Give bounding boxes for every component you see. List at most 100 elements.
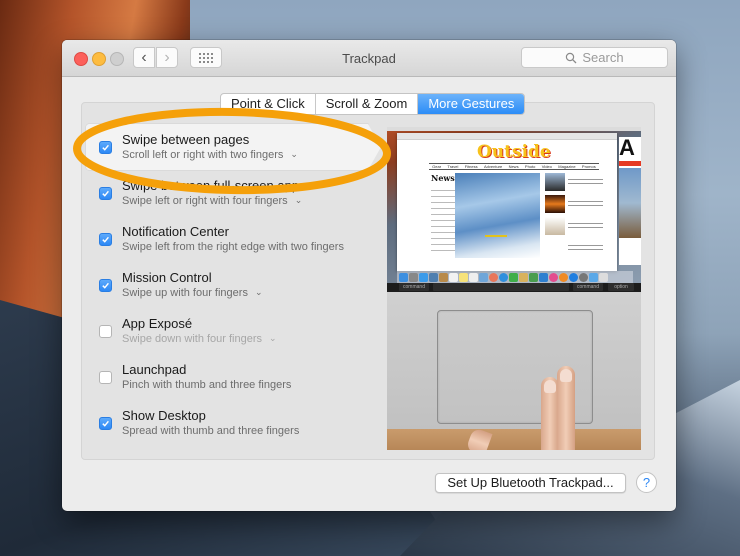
gesture-swipe-between-pages[interactable]: Swipe between pages Scroll left or right… (86, 124, 381, 170)
checkmark-icon (102, 420, 109, 427)
preview-keyboard: command command option (387, 283, 641, 292)
preview-nav-item: Magazine (558, 164, 576, 169)
checkmark-icon (102, 190, 109, 197)
preview-ad-bar (619, 161, 641, 166)
swipe-between-pages-checkbox[interactable] (99, 141, 112, 154)
gesture-title: Swipe between pages (122, 132, 250, 147)
tab-scroll-and-zoom[interactable]: Scroll & Zoom (316, 94, 419, 114)
dock-icon (579, 272, 588, 282)
dock-icon (509, 272, 518, 282)
gesture-title: Notification Center (122, 224, 229, 239)
mission-control-checkbox[interactable] (99, 279, 112, 292)
preview-fingernail (560, 369, 572, 382)
preview-nav-item: Adventure (483, 164, 503, 169)
preview-nav-item: Photo (524, 164, 536, 169)
preview-key-command-left: command (399, 283, 429, 291)
preview-site-logo: Outside (477, 142, 551, 162)
preview-nav-item: Video (541, 164, 552, 169)
preview-browser-window: Outside Gear Travel Fitness Adventure Ne… (397, 133, 617, 271)
checkmark-icon (102, 236, 109, 243)
dock-icon (479, 272, 488, 282)
gesture-option-dropdown[interactable]: Swipe left or right with four fingers ⌄ (122, 195, 302, 207)
chevron-down-icon: ⌄ (294, 195, 303, 205)
gesture-title: Show Desktop (122, 408, 206, 423)
dock-icon (599, 272, 608, 282)
gesture-app-expose[interactable]: App Exposé Swipe down with four fingers ⌄ (86, 308, 386, 354)
dock-icon (469, 272, 478, 282)
set-up-bluetooth-trackpad-button[interactable]: Set Up Bluetooth Trackpad... (435, 473, 626, 493)
preview-finger (557, 366, 575, 450)
dock-icon (429, 272, 438, 282)
preview-nav-item: News (508, 164, 519, 169)
gesture-mission-control[interactable]: Mission Control Swipe up with four finge… (86, 262, 386, 308)
gesture-launchpad[interactable]: Launchpad Pinch with thumb and three fin… (86, 354, 386, 400)
dock-icon (409, 272, 418, 282)
show-desktop-checkbox[interactable] (99, 417, 112, 430)
gesture-option-dropdown[interactable]: Swipe down with four fingers ⌄ (122, 333, 277, 345)
gesture-swipe-full-screen-apps[interactable]: Swipe between full-screen apps Swipe lef… (86, 170, 386, 216)
search-placeholder: Search (582, 50, 624, 65)
gesture-subtitle: Scroll left or right with two fingers (122, 149, 284, 161)
preview-ad-letter: A (619, 135, 635, 160)
preview-sidebar-articles (545, 173, 605, 263)
dock-icon (459, 272, 468, 282)
preview-fingernail (544, 380, 556, 393)
title-bar: ‹ › Trackpad Search (62, 40, 676, 77)
gesture-title: Launchpad (122, 362, 187, 377)
gesture-subtitle: Swipe up with four fingers (122, 287, 248, 299)
dock-icon (539, 272, 548, 282)
preview-next-page: A (619, 137, 641, 265)
dock-icon (549, 272, 558, 282)
preview-key-space (433, 283, 569, 291)
launchpad-checkbox[interactable] (99, 371, 112, 384)
preview-thumbnail (545, 217, 565, 235)
tab-more-gestures[interactable]: More Gestures (418, 94, 525, 114)
preview-article-lines (568, 173, 603, 261)
dock-icon (399, 272, 408, 282)
swipe-full-screen-apps-checkbox[interactable] (99, 187, 112, 200)
preview-nav-item: Travel (447, 164, 459, 169)
notification-center-checkbox[interactable] (99, 233, 112, 246)
app-expose-checkbox[interactable] (99, 325, 112, 338)
preview-news-column (431, 185, 455, 255)
preview-key-command-right: command (573, 283, 603, 291)
chevron-down-icon: ⌄ (254, 287, 263, 297)
search-field[interactable]: Search (521, 47, 668, 68)
gesture-list: Swipe between pages Scroll left or right… (86, 124, 386, 446)
gesture-subtitle: Pinch with thumb and three fingers (122, 379, 292, 391)
preview-dock (397, 271, 633, 283)
preview-menu-bar (387, 127, 641, 131)
preview-nav-item: Fitness (464, 164, 478, 169)
help-button[interactable]: ? (636, 472, 657, 493)
search-icon (566, 52, 577, 63)
gesture-show-desktop[interactable]: Show Desktop Spread with thumb and three… (86, 400, 386, 446)
tab-point-and-click[interactable]: Point & Click (221, 94, 316, 114)
gesture-subtitle: Spread with thumb and three fingers (122, 425, 300, 437)
gesture-subtitle: Swipe left or right with four fingers (122, 195, 288, 207)
dock-icon (559, 272, 568, 282)
preview-ad-photo (619, 168, 641, 238)
dock-icon (419, 272, 428, 282)
dock-icon (519, 272, 528, 282)
checkmark-icon (102, 144, 109, 151)
dock-icon (529, 272, 538, 282)
gesture-preview-video: Outside Gear Travel Fitness Adventure Ne… (387, 127, 641, 450)
dock-icon (499, 272, 508, 282)
gesture-option-dropdown[interactable]: Scroll left or right with two fingers ⌄ (122, 149, 298, 161)
dock-icon (489, 272, 498, 282)
dock-icon (569, 272, 578, 282)
gesture-notification-center[interactable]: Notification Center Swipe left from the … (86, 216, 386, 262)
gesture-subtitle: Swipe down with four fingers (122, 333, 263, 345)
gesture-option-dropdown[interactable]: Swipe up with four fingers ⌄ (122, 287, 263, 299)
preview-desk (387, 429, 641, 450)
preview-screen: Outside Gear Travel Fitness Adventure Ne… (387, 127, 641, 283)
preview-thumbnail (545, 173, 565, 191)
help-icon: ? (642, 475, 651, 490)
preview-news-heading: News (431, 173, 455, 183)
gesture-title: Mission Control (122, 270, 212, 285)
tab-bar: Point & Click Scroll & Zoom More Gesture… (220, 93, 526, 115)
preview-thumbnail (545, 195, 565, 213)
dock-icon (439, 272, 448, 282)
dock-icon (449, 272, 458, 282)
trackpad-preferences-window: ‹ › Trackpad Search Point & Click Scroll… (62, 40, 676, 511)
